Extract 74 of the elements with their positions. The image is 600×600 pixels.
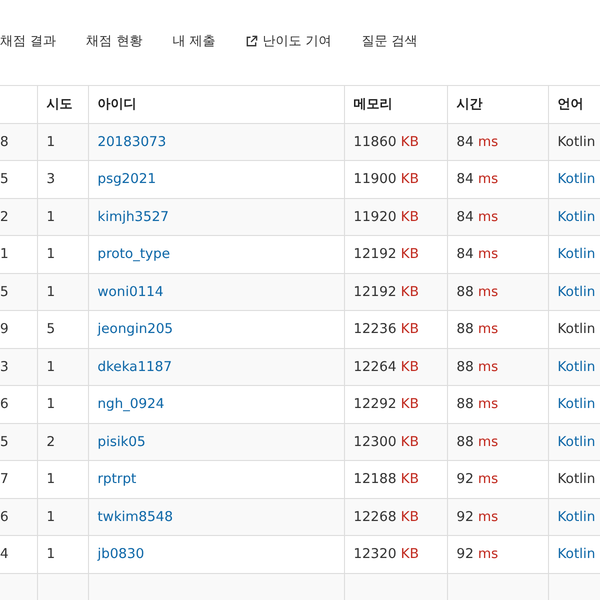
table-cell: 84 ms: [447, 123, 548, 160]
table-cell: 1: [37, 536, 88, 573]
table-cell: 11860 KB: [344, 123, 447, 160]
table-cell: 1: [37, 123, 88, 160]
column-header: 아이디: [88, 86, 344, 123]
table-cell: 3: [37, 160, 88, 198]
table-cell: 12188 KB: [344, 460, 447, 498]
table-cell: 88 ms: [447, 310, 548, 348]
table-cell: 12320 KB: [344, 536, 447, 573]
user-link[interactable]: twkim8548: [98, 508, 173, 525]
table-cell: 7: [0, 460, 37, 498]
user-link[interactable]: 20183073: [98, 134, 166, 150]
nav-link[interactable]: 내 제출: [172, 32, 216, 50]
table-cell: 84 ms: [447, 160, 548, 198]
table-cell: 12268 KB: [344, 498, 447, 536]
user-link[interactable]: dkeka1187: [98, 358, 172, 375]
table-cell: 92 ms: [447, 536, 548, 573]
column-header: 언어: [548, 86, 600, 123]
table-cell: 12292 KB: [344, 386, 447, 423]
user-link[interactable]: jb0830: [98, 546, 144, 562]
external-link-icon: [245, 34, 258, 48]
user-link[interactable]: rptrpt: [98, 471, 136, 488]
table-cell: 11920 KB: [344, 198, 447, 236]
column-header: 시도: [37, 86, 88, 123]
nav-link[interactable]: 질문 검색: [362, 32, 418, 50]
table-cell: 84 ms: [447, 198, 548, 236]
table-cell: 1: [37, 198, 88, 236]
table-cell: 5: [0, 160, 37, 198]
table-cell: Kotlin: [558, 321, 596, 338]
table-cell: 2: [0, 198, 37, 236]
table-cell: 88 ms: [447, 423, 548, 460]
table-cell: 9: [0, 310, 37, 348]
table-cell: 12192 KB: [344, 273, 447, 310]
column-header: 메모리: [344, 86, 447, 123]
nav-link[interactable]: 채점 결과: [0, 32, 56, 50]
table-cell: 1: [37, 348, 88, 386]
table-cell: 6: [0, 498, 37, 536]
table-cell: 84 ms: [447, 236, 548, 273]
table-cell: 88 ms: [447, 348, 548, 386]
table-cell: 1: [37, 236, 88, 273]
table-cell: 2: [37, 423, 88, 460]
user-link[interactable]: pisik05: [98, 434, 146, 450]
table-cell: Kotlin: [558, 134, 596, 150]
nav-link[interactable]: 채점 현황: [86, 32, 142, 50]
table-cell: 6: [0, 386, 37, 423]
table-cell: 12264 KB: [344, 348, 447, 386]
column-header: 시간: [447, 86, 548, 123]
user-link[interactable]: woni0114: [98, 284, 164, 300]
table-cell: 5: [37, 310, 88, 348]
table-cell: 88 ms: [447, 386, 548, 423]
table-cell: 1: [37, 273, 88, 310]
table-cell: 1: [37, 460, 88, 498]
table-cell: Kotlin: [558, 471, 596, 488]
table-cell: 5: [0, 423, 37, 460]
table-cell: 12236 KB: [344, 310, 447, 348]
table-cell: 92 ms: [447, 498, 548, 536]
table-cell: 3: [0, 348, 37, 386]
table-cell: 12300 KB: [344, 423, 447, 460]
user-link[interactable]: kimjh3527: [98, 208, 169, 225]
table-cell: 92 ms: [447, 460, 548, 498]
table-cell: 1: [37, 498, 88, 536]
user-link[interactable]: jeongin205: [98, 321, 174, 338]
table-cell: 11900 KB: [344, 160, 447, 198]
table-cell: 88 ms: [447, 273, 548, 310]
table-cell: 1: [37, 386, 88, 423]
nav-link[interactable]: 난이도 기여: [245, 32, 332, 50]
user-link[interactable]: psg2021: [98, 171, 156, 188]
table-cell: 5: [0, 273, 37, 310]
table-cell: 12192 KB: [344, 236, 447, 273]
user-link[interactable]: ngh_0924: [98, 396, 164, 412]
user-link[interactable]: proto_type: [98, 246, 170, 262]
table-cell: 1: [0, 236, 37, 273]
table-cell: 4: [0, 536, 37, 573]
table-cell: 8: [0, 123, 37, 160]
